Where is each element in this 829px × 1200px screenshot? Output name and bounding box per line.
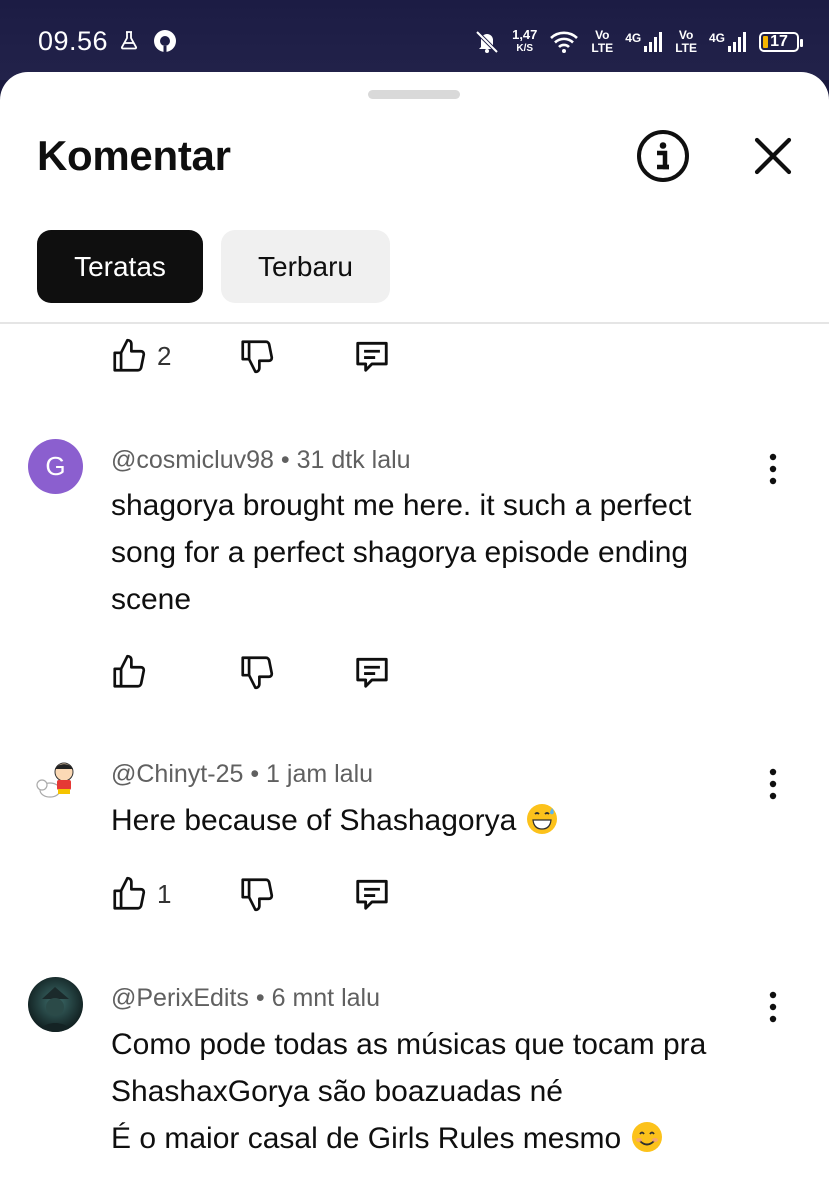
comment-line: ShashaxGorya são boazuadas né — [111, 1075, 563, 1108]
comment-time: 31 dtk lalu — [296, 446, 411, 474]
comment-text: Como pode todas as músicas que tocam pra… — [111, 1021, 761, 1162]
net-speed-unit: K/S — [516, 43, 534, 54]
comment-line: scene — [111, 583, 192, 616]
location-icon — [154, 30, 176, 52]
status-bar: 09.56 1,47 K/S Vo LTE 4G Vo LTE 4G 17 — [0, 0, 829, 80]
more-vert-icon[interactable] — [758, 987, 788, 1027]
volte-indicator-1: Vo LTE — [591, 29, 613, 55]
signal-bars-icon — [644, 32, 663, 52]
header-divider — [0, 322, 829, 324]
thumbs-up-icon — [113, 338, 146, 372]
comment-author[interactable]: @Chinyt-25 — [111, 760, 243, 788]
like-count: 2 — [157, 340, 172, 371]
sim1-network-type: 4G — [625, 31, 642, 45]
battery-fill — [763, 36, 768, 48]
drag-handle[interactable] — [368, 90, 460, 99]
volte2-bottom: LTE — [675, 41, 697, 55]
reply-comment-icon — [356, 341, 388, 372]
avatar[interactable] — [28, 977, 83, 1032]
wifi-icon — [550, 31, 579, 53]
network-speed: 1,47 K/S — [512, 28, 537, 56]
comment-actions: 2 — [110, 336, 510, 376]
like-button[interactable] — [110, 652, 157, 692]
dislike-button[interactable] — [238, 336, 276, 376]
comment-line: Here because of Shashagorya — [111, 797, 761, 844]
thumbs-up-icon — [113, 876, 146, 910]
meta-separator: • — [250, 760, 260, 788]
comment-time: 6 mnt lalu — [271, 984, 380, 1012]
comment-time: 1 jam lalu — [266, 760, 374, 788]
thumbs-up-icon — [113, 654, 146, 688]
comment-author[interactable]: @PerixEdits — [111, 984, 249, 1012]
flask-icon — [120, 31, 138, 50]
reply-button[interactable] — [353, 336, 391, 376]
more-vert-icon[interactable] — [758, 449, 788, 489]
comment-text: shagorya brought me here. it such a perf… — [111, 482, 761, 623]
comment-line-text: Here because of Shashagorya — [111, 804, 517, 837]
sweat-smile-emoji-icon — [526, 804, 557, 834]
comment-actions: 1 — [110, 874, 510, 914]
comment-line: shagorya brought me here. it such a perf… — [111, 489, 692, 522]
tab-teratas[interactable]: Teratas — [37, 230, 203, 303]
sim2-network-type: 4G — [708, 31, 725, 45]
comment-line: É o maior casal de Girls Rules mesmo — [111, 1115, 761, 1162]
comment-meta: @PerixEdits • 6 mnt lalu — [111, 984, 380, 1013]
thumbs-down-icon — [241, 878, 274, 912]
avatar[interactable]: G — [28, 439, 83, 494]
signal-sim2: 4G — [709, 31, 747, 53]
comment-meta: @Chinyt-25 • 1 jam lalu — [111, 760, 373, 789]
comment-text: Here because of Shashagorya — [111, 797, 761, 844]
volte-indicator-2: Vo LTE — [675, 29, 697, 55]
info-icon[interactable] — [636, 129, 690, 183]
more-vert-icon[interactable] — [758, 764, 788, 804]
comment-meta: @cosmicluv98 • 31 dtk lalu — [111, 446, 411, 475]
signal-bars-icon — [728, 32, 746, 52]
dislike-button[interactable] — [238, 652, 276, 692]
smile-emoji-icon — [631, 1122, 662, 1152]
comment-line: song for a perfect shagorya episode endi… — [111, 536, 689, 569]
meta-separator: • — [255, 984, 265, 1012]
volte1-bottom: LTE — [591, 41, 614, 55]
like-count: 1 — [157, 878, 172, 909]
meta-separator: • — [280, 446, 290, 474]
reply-comment-icon — [356, 657, 388, 688]
bell-off-icon — [475, 30, 499, 54]
dislike-button[interactable] — [238, 874, 276, 914]
reply-button[interactable] — [353, 874, 391, 914]
reply-button[interactable] — [353, 652, 391, 692]
comment-actions — [110, 652, 510, 692]
thumbs-down-icon — [241, 656, 274, 690]
reply-comment-icon — [356, 879, 388, 910]
avatar[interactable] — [28, 752, 83, 807]
like-button[interactable]: 2 — [110, 336, 171, 376]
comments-sheet: Komentar Teratas Terbaru 2 G @cosmicluv9… — [0, 72, 829, 1200]
comment-line: Como pode todas as músicas que tocam pra — [111, 1028, 707, 1061]
sheet-title: Komentar — [37, 132, 231, 179]
net-speed-value: 1,47 — [512, 27, 538, 42]
status-time: 09.56 — [38, 26, 109, 56]
thumbs-down-icon — [241, 340, 274, 374]
battery-indicator: 17 — [759, 32, 803, 52]
comment-author[interactable]: @cosmicluv98 — [111, 446, 274, 474]
signal-sim1: 4G — [625, 31, 663, 53]
comment-line-text: É o maior casal de Girls Rules mesmo — [111, 1122, 622, 1155]
tab-terbaru[interactable]: Terbaru — [221, 230, 390, 303]
close-icon[interactable] — [752, 135, 794, 177]
like-button[interactable]: 1 — [110, 874, 171, 914]
battery-level: 17 — [770, 33, 788, 50]
